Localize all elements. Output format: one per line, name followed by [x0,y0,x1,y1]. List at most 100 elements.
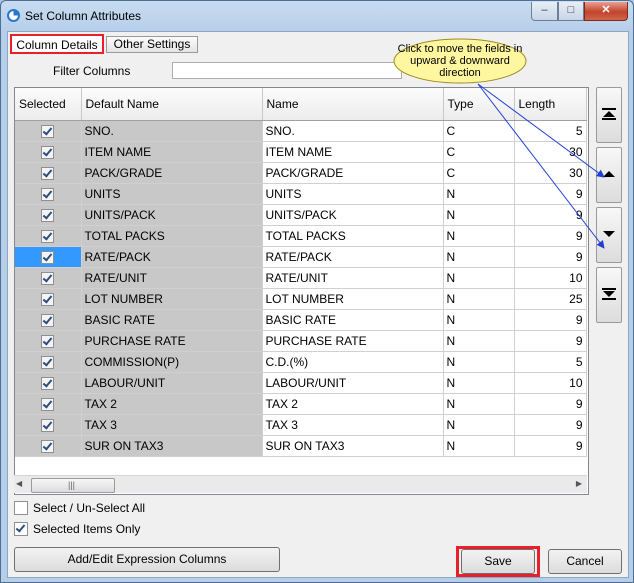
selected-checkbox[interactable] [41,208,55,222]
selected-checkbox[interactable] [41,124,55,138]
column-header-default-name[interactable]: Default Name [81,88,263,121]
table-row[interactable]: TAX 3 TAX 3N9 [15,414,587,436]
selected-checkbox[interactable] [41,250,55,264]
table-row[interactable]: PURCHASE RATE PURCHASE RATE N 9 [15,330,587,352]
selected-cell[interactable] [15,267,82,289]
type-cell[interactable]: N [443,204,515,226]
cancel-button[interactable]: Cancel [548,549,622,574]
column-header-selected[interactable]: Selected [15,88,82,121]
save-button[interactable]: Save [461,549,535,574]
type-cell[interactable]: C [443,141,515,163]
table-row[interactable]: BASIC RATE BASIC RATE N 9 [15,309,587,331]
selected-cell[interactable] [15,141,82,163]
name-cell[interactable]: UNITS [262,183,444,205]
selected-checkbox[interactable] [41,229,55,243]
type-cell[interactable]: N [443,246,515,268]
move-up-button[interactable] [596,147,622,203]
length-cell[interactable]: 9 [514,393,587,415]
name-cell[interactable]: LABOUR/UNIT [262,372,444,394]
selected-cell[interactable] [15,288,82,310]
default-name-cell[interactable]: SNO. [81,120,263,142]
selected-checkbox[interactable] [41,397,55,411]
column-header-length[interactable]: Length [514,88,587,121]
table-row[interactable]: SNO. SNO. C 5 [15,120,587,142]
length-cell[interactable]: 9 [514,183,587,205]
name-cell[interactable]: RATE/PACK [262,246,444,268]
selected-checkbox[interactable] [41,145,55,159]
selected-checkbox[interactable] [41,418,55,432]
table-row[interactable]: RATE/UNIT RATE/UNIT N 10 [15,267,587,289]
selected-cell[interactable] [15,120,82,142]
name-cell[interactable]: C.D.(%) [262,351,444,373]
selected-cell[interactable] [15,183,82,205]
default-name-cell[interactable]: TAX 3 [81,414,263,436]
selected-cell[interactable] [15,204,82,226]
selected-checkbox[interactable] [41,271,55,285]
type-cell[interactable]: N [443,435,515,457]
scroll-thumb[interactable]: ||| [31,478,115,493]
scroll-right-icon[interactable]: ▶ [576,479,582,488]
title-bar[interactable]: Set Column Attributes ‒ □ ✕ [1,1,633,31]
type-cell[interactable]: N [443,288,515,310]
name-cell[interactable]: PACK/GRADE [262,162,444,184]
move-to-top-button[interactable] [596,87,622,143]
type-cell[interactable]: C [443,120,515,142]
name-cell[interactable]: LOT NUMBER [262,288,444,310]
selected-cell[interactable] [15,330,82,352]
length-cell[interactable]: 10 [514,267,587,289]
name-cell[interactable]: BASIC RATE [262,309,444,331]
table-row[interactable]: UNITS/PACK UNITS/PACK N 9 [15,204,587,226]
default-name-cell[interactable]: PURCHASE RATE [81,330,263,352]
selected-checkbox[interactable] [41,166,55,180]
selected-cell[interactable] [15,309,82,331]
columns-grid[interactable]: Selected Default Name Name Type Length S… [14,87,589,495]
selected-cell[interactable] [15,435,82,457]
move-down-button[interactable] [596,207,622,263]
selected-cell[interactable] [15,225,82,247]
length-cell[interactable]: 9 [514,330,587,352]
selected-checkbox[interactable] [41,292,55,306]
length-cell[interactable]: 5 [514,120,587,142]
table-row[interactable]: SUR ON TAX3 SUR ON TAX3 N 9 [15,435,587,457]
table-row[interactable]: TOTAL PACKS TOTAL PACKS N 9 [15,225,587,247]
length-cell[interactable]: 9 [514,309,587,331]
name-cell[interactable]: ITEM NAME [262,141,444,163]
default-name-cell[interactable]: TAX 2 [81,393,263,415]
select-all-checkbox[interactable] [14,501,28,515]
table-row[interactable]: LOT NUMBER LOT NUMBER N 25 [15,288,587,310]
selected-only-option[interactable]: Selected Items Only [14,522,140,536]
type-cell[interactable]: N [443,309,515,331]
name-cell[interactable]: TAX 2 [262,393,444,415]
type-cell[interactable]: N [443,372,515,394]
name-cell[interactable]: TAX 3 [262,414,444,436]
type-cell[interactable]: N [443,267,515,289]
selected-checkbox[interactable] [41,313,55,327]
default-name-cell[interactable]: PACK/GRADE [81,162,263,184]
selected-cell[interactable] [15,414,82,436]
length-cell[interactable]: 9 [514,414,587,436]
table-row[interactable]: UNITS UNITS N 9 [15,183,587,205]
tab-other-settings[interactable]: Other Settings [106,36,198,53]
default-name-cell[interactable]: LOT NUMBER [81,288,263,310]
selected-only-checkbox[interactable] [14,522,28,536]
default-name-cell[interactable]: ITEM NAME [81,141,263,163]
table-row[interactable]: RATE/PACK RATE/PACK N 9 [15,246,587,268]
default-name-cell[interactable]: RATE/PACK [81,246,263,268]
default-name-cell[interactable]: UNITS/PACK [81,204,263,226]
column-header-name[interactable]: Name [262,88,444,121]
default-name-cell[interactable]: LABOUR/UNIT [81,372,263,394]
table-row[interactable]: COMMISSION(P) C.D.(%) N 5 [15,351,587,373]
selected-checkbox[interactable] [41,334,55,348]
length-cell[interactable]: 9 [514,246,587,268]
length-cell[interactable]: 25 [514,288,587,310]
type-cell[interactable]: C [443,162,515,184]
selected-cell[interactable] [15,246,82,268]
length-cell[interactable]: 5 [514,351,587,373]
maximize-button[interactable]: □ [558,2,584,21]
type-cell[interactable]: N [443,393,515,415]
horizontal-scrollbar[interactable]: ◀ ||| ▶ [14,475,587,493]
name-cell[interactable]: SNO. [262,120,444,142]
column-header-type[interactable]: Type [443,88,515,121]
type-cell[interactable]: N [443,351,515,373]
selected-cell[interactable] [15,372,82,394]
